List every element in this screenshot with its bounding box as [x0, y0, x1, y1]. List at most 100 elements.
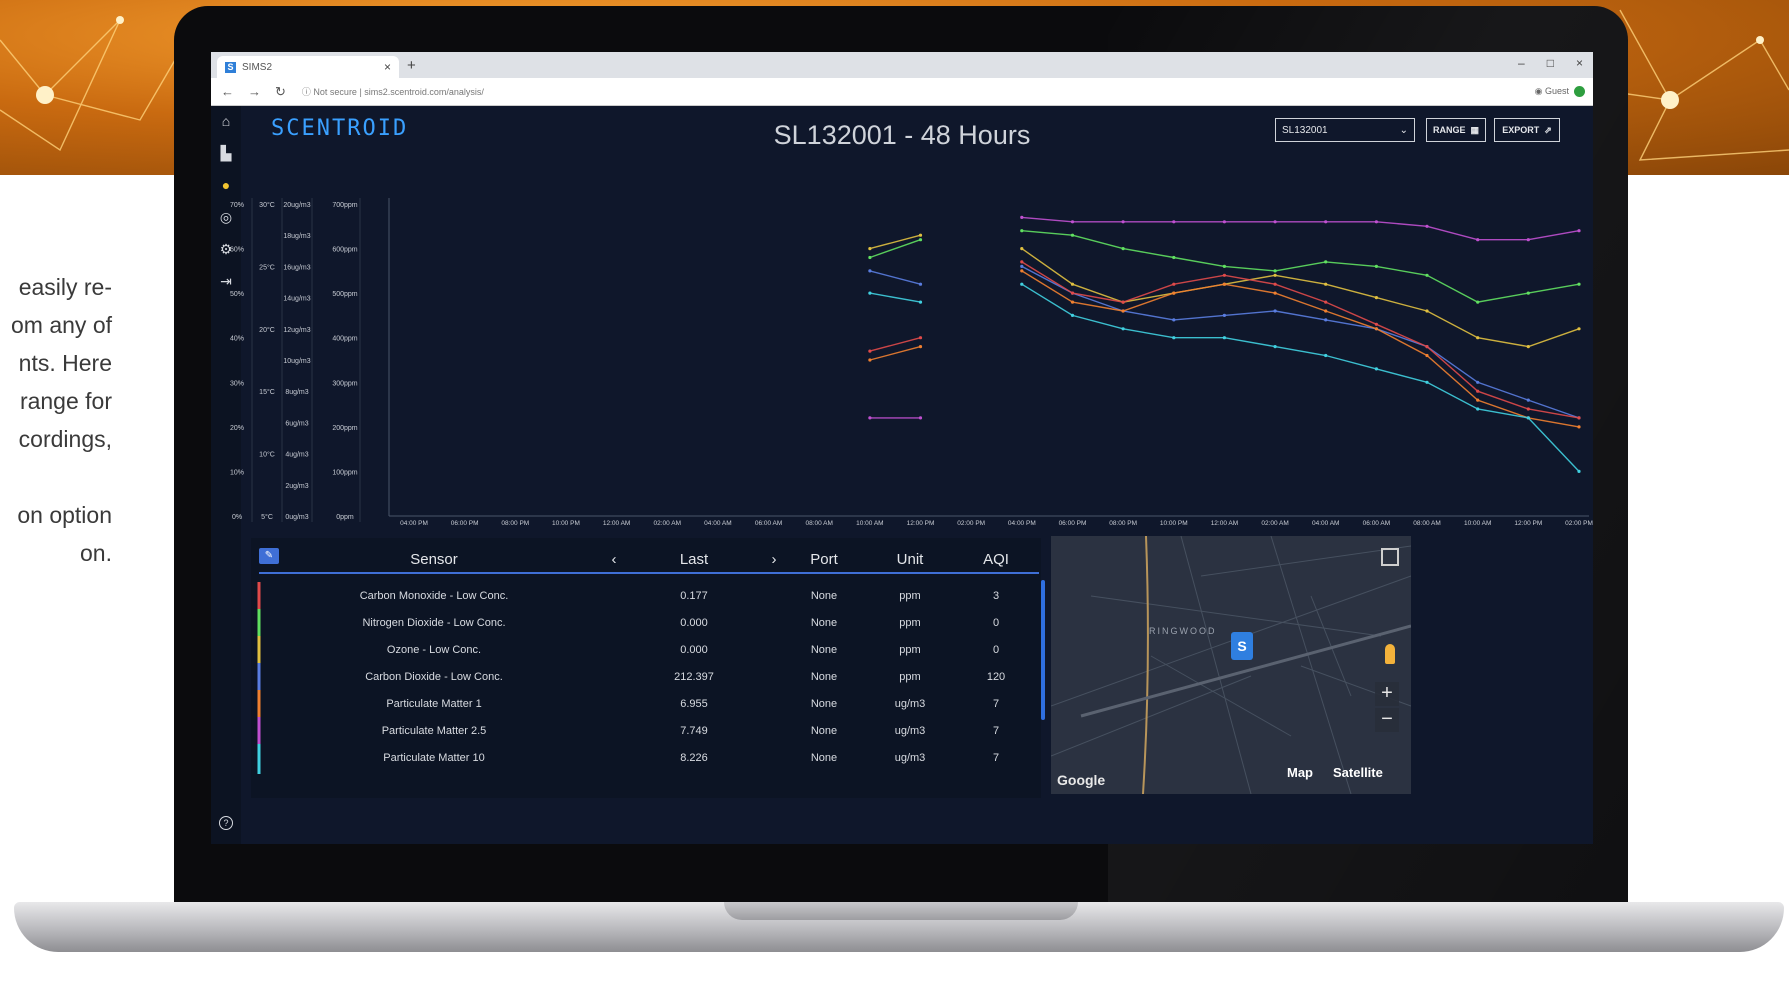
profile-button[interactable]: ◉ Guest [1535, 86, 1569, 97]
help-icon[interactable]: ? [219, 816, 233, 830]
station-marker-icon[interactable]: S [1231, 632, 1253, 660]
new-tab-icon[interactable]: + [407, 57, 416, 74]
back-icon[interactable]: ← [221, 84, 234, 100]
marketing-line: on. [80, 540, 112, 566]
series-point [1070, 300, 1075, 304]
cell-sensor: Carbon Dioxide - Low Conc. [365, 671, 503, 683]
x-tick-label: 08:00 PM [1109, 520, 1137, 526]
security-label: Not secure [313, 87, 357, 97]
x-tick-label: 10:00 AM [856, 520, 883, 526]
header-sensor: Sensor [410, 551, 458, 568]
edit-table-icon[interactable]: ✎ [259, 548, 279, 564]
cell-port: None [810, 671, 838, 683]
series-point [1070, 282, 1075, 286]
cell-aqi: 7 [992, 725, 1000, 737]
y-tick-label: 20ug/m3 [283, 202, 310, 209]
minimize-icon[interactable]: – [1518, 56, 1525, 70]
series-point [1577, 416, 1581, 420]
series-point [1425, 353, 1429, 358]
table-row[interactable]: Carbon Monoxide - Low Conc. 0.177 None ppm 3 [257, 582, 1039, 612]
y-tick-label: 60% [230, 247, 244, 254]
map-type-button[interactable]: Map [1287, 765, 1313, 780]
cell-last: 0.000 [680, 644, 708, 656]
table-row[interactable]: Particulate Matter 2.5 7.749 None ug/m3 7 [257, 717, 1039, 747]
series-point [1526, 407, 1530, 411]
close-window-icon[interactable]: × [1576, 56, 1583, 70]
cell-sensor: Nitrogen Dioxide - Low Conc. [362, 617, 506, 629]
marketing-line: range for [19, 388, 112, 414]
table-row[interactable]: Carbon Dioxide - Low Conc. 212.397 None ppm… [257, 663, 1039, 693]
cell-last: 0.177 [680, 590, 708, 602]
location-map[interactable]: RINGWOOD S + − Google Map Satellite [1051, 536, 1411, 794]
x-tick-label: 06:00 AM [755, 520, 782, 526]
series-point [1020, 264, 1024, 268]
maximize-icon[interactable]: □ [1547, 56, 1554, 70]
series-point [918, 233, 923, 237]
fullscreen-icon[interactable] [1381, 548, 1399, 566]
zoom-out-button[interactable]: − [1375, 708, 1399, 732]
series-point [1070, 313, 1075, 317]
series-point [868, 247, 872, 251]
zoom-in-button[interactable]: + [1375, 682, 1399, 706]
navigation-buttons: ← → ↻ [221, 84, 286, 100]
series-point [1425, 309, 1429, 313]
table-header: Sensor ‹ Last › Port Unit AQI [259, 546, 1039, 574]
series-point [1273, 309, 1277, 313]
marketing-line: om any of [11, 312, 112, 338]
close-tab-icon[interactable]: × [384, 60, 391, 74]
series-point [1577, 229, 1581, 233]
cell-aqi: 7 [992, 752, 1000, 764]
url-field[interactable]: ⓘ Not secure | sims2.scentroid.com/analy… [302, 85, 484, 98]
x-tick-label: 02:00 PM [957, 520, 985, 526]
extension-icon[interactable] [1574, 86, 1585, 97]
table-row[interactable]: Nitrogen Dioxide - Low Conc. 0.000 None ppm… [257, 609, 1039, 639]
y-tick-label: 15°C [259, 388, 275, 396]
y-tick-label: 12ug/m3 [283, 327, 310, 334]
series-point [868, 416, 872, 420]
cell-aqi: 7 [992, 698, 1000, 710]
cell-last: 7.749 [680, 725, 708, 737]
y-tick-label: 0ug/m3 [285, 514, 308, 521]
series-point [1577, 425, 1581, 429]
x-tick-label: 06:00 AM [1363, 520, 1390, 526]
y-tick-label: 20°C [259, 326, 275, 334]
reload-icon[interactable]: ↻ [275, 84, 286, 100]
series-point [1374, 367, 1378, 371]
series-point [1222, 282, 1226, 286]
series-point [1070, 233, 1075, 237]
table-row[interactable]: Particulate Matter 1 6.955 None ug/m3 7 [257, 690, 1039, 720]
y-tick-label: 50% [230, 291, 244, 298]
series-point [868, 358, 872, 362]
series-point [1425, 273, 1429, 277]
cell-sensor: Ozone - Low Conc. [386, 644, 482, 656]
prev-column-icon[interactable]: ‹ [612, 551, 617, 568]
table-row[interactable]: Particulate Matter 10 8.226 None ug/m3 7 [257, 744, 1039, 774]
street-view-icon[interactable] [1385, 644, 1395, 664]
series-point [918, 336, 923, 340]
favicon-icon: S [225, 61, 236, 73]
y-tick-label: 5°C [261, 513, 273, 521]
series-color-marker [257, 636, 261, 666]
profile-label: Guest [1544, 86, 1569, 96]
forward-icon[interactable]: → [248, 84, 261, 100]
table-row[interactable]: Ozone - Low Conc. 0.000 None ppm 0 [257, 636, 1039, 666]
scentroid-app: ⌂ ▙ ● ◎ ⚙ ⇥ ? SCENTROID SL132001 - 48 Ho… [211, 106, 1593, 844]
table-scrollbar[interactable] [1041, 580, 1045, 720]
series-point [1526, 416, 1530, 420]
profile-icon: ◉ [1534, 86, 1545, 96]
series-color-marker [257, 663, 261, 693]
x-tick-label: 02:00 PM [1565, 520, 1593, 526]
satellite-type-button[interactable]: Satellite [1333, 765, 1383, 780]
next-column-icon[interactable]: › [772, 551, 777, 568]
series-point [918, 416, 923, 420]
series-point [1273, 282, 1277, 286]
cell-port: None [810, 590, 838, 602]
y-tick-label: 18ug/m3 [283, 233, 310, 240]
y-tick-label: 4ug/m3 [285, 452, 308, 459]
y-tick-label: 30°C [259, 201, 275, 209]
y-tick-label: 30% [230, 380, 244, 387]
series-point [1172, 220, 1176, 224]
x-tick-label: 08:00 AM [1413, 520, 1440, 526]
browser-tab[interactable]: S SIMS2 × [217, 56, 399, 78]
series-line-5 [869, 270, 1580, 428]
